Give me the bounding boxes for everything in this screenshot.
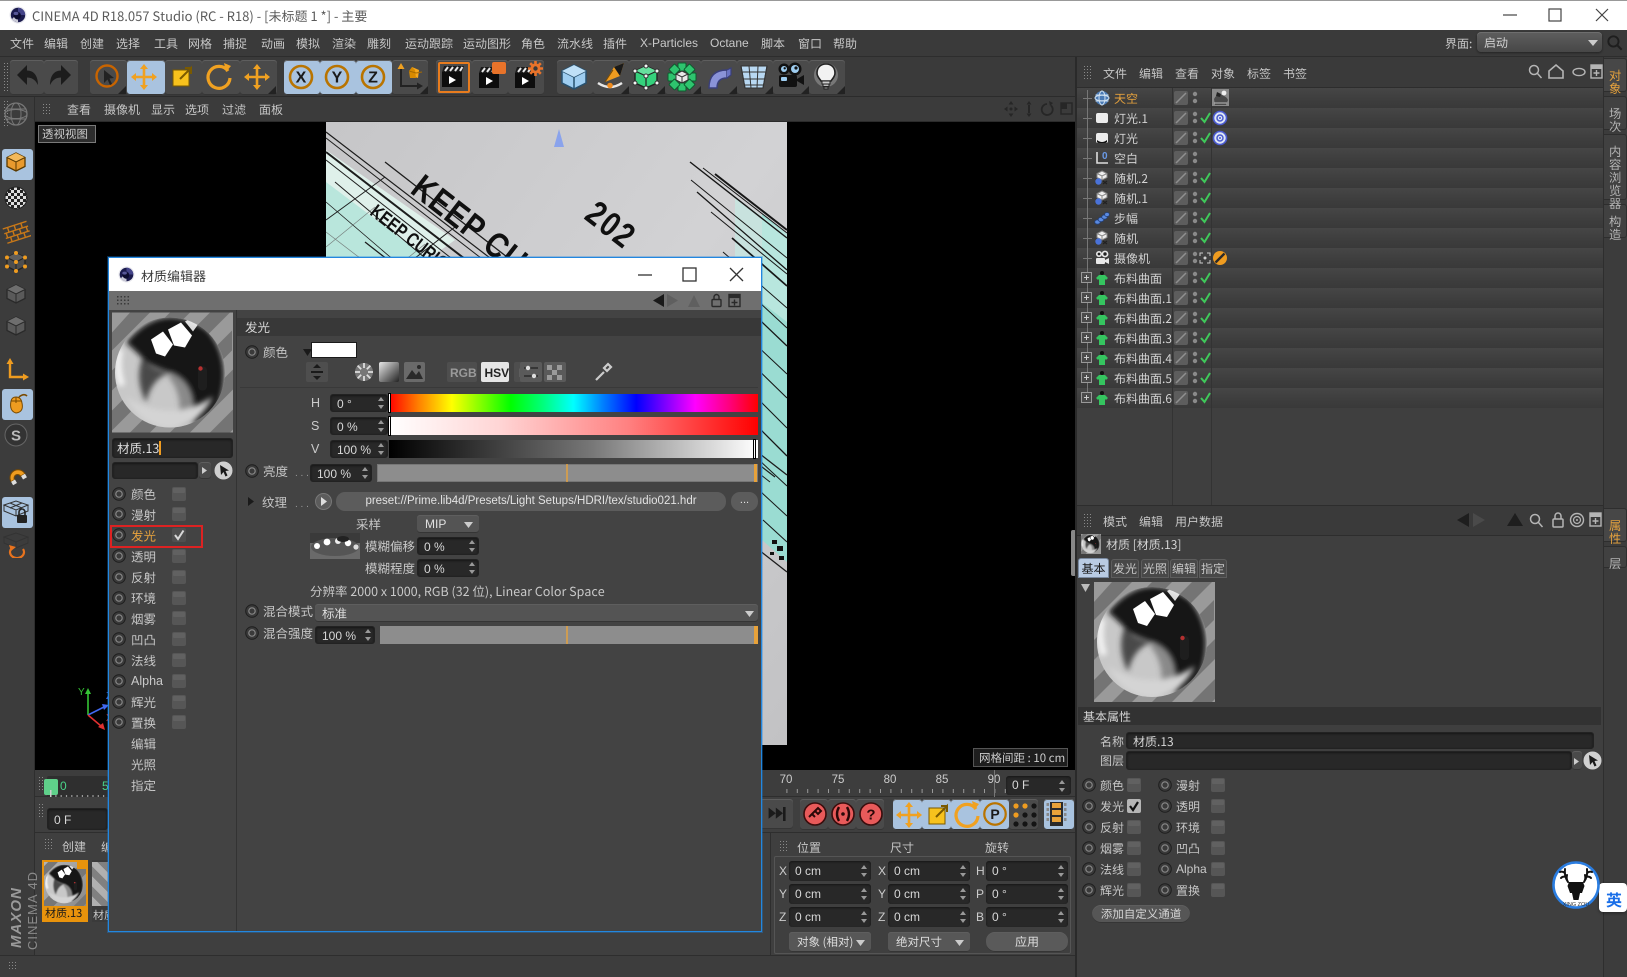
svg-text:Y: Y	[332, 70, 343, 87]
svg-text:X: X	[296, 70, 307, 87]
svg-text:S: S	[11, 428, 21, 445]
svg-text:?: ?	[866, 807, 875, 824]
svg-text:Z: Z	[368, 70, 378, 87]
svg-text:XING ZOU: XING ZOU	[1563, 902, 1590, 908]
svg-text:RGB: RGB	[450, 366, 477, 380]
svg-text:Y: Y	[78, 687, 85, 698]
svg-text:0: 0	[1102, 151, 1108, 162]
svg-text:P: P	[990, 806, 999, 822]
svg-text:HSV: HSV	[485, 366, 510, 380]
